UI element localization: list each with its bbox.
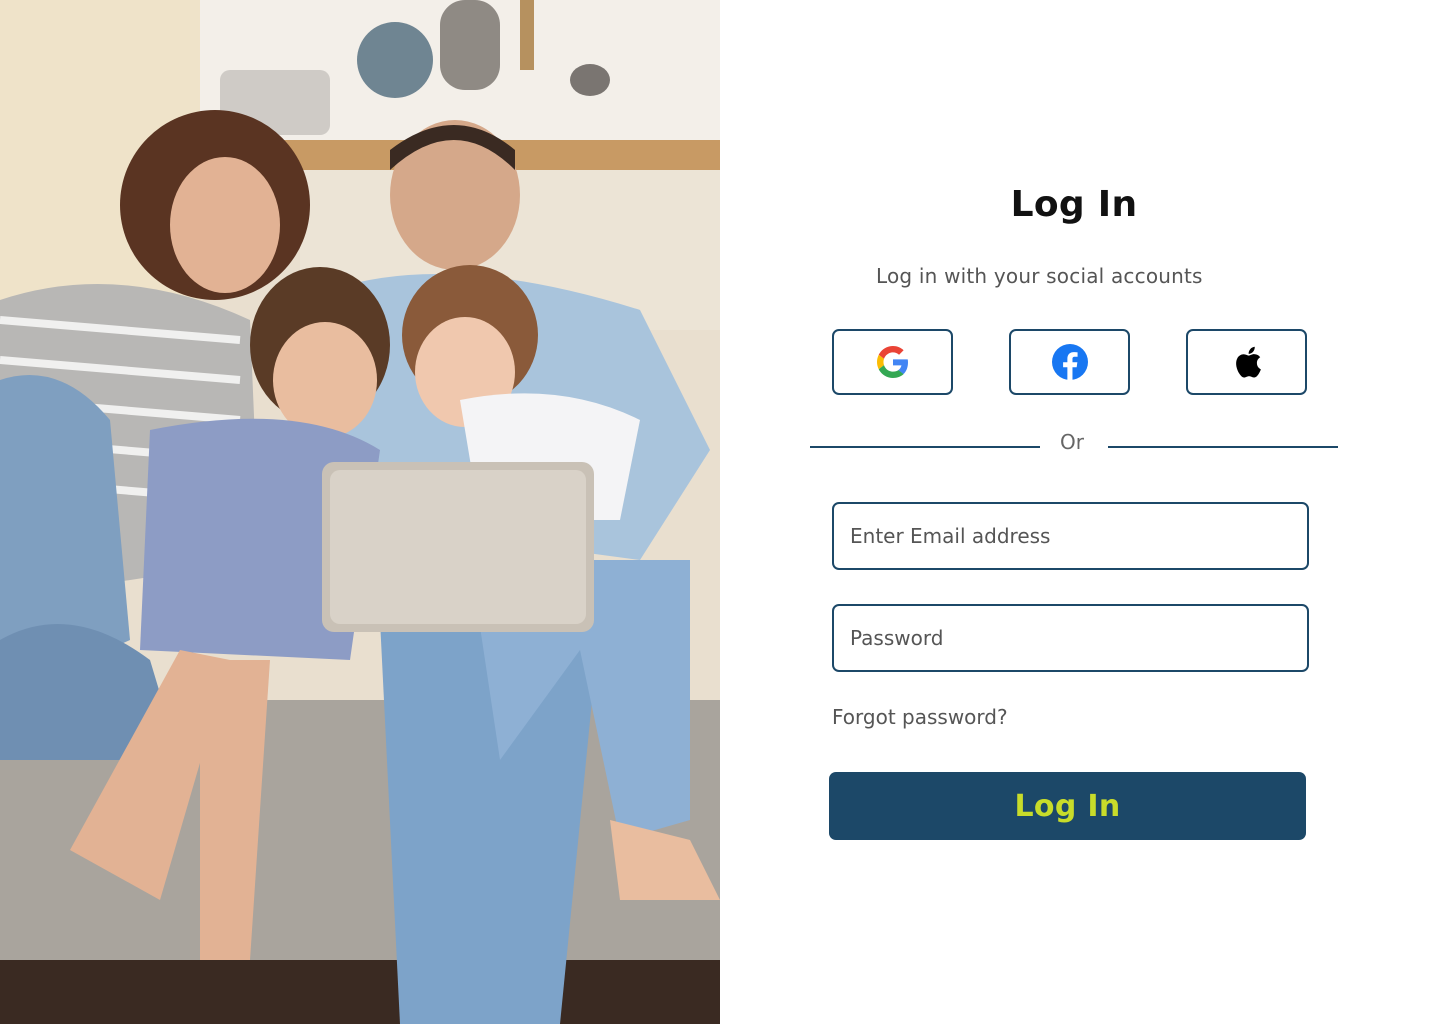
social-login-subtitle: Log in with your social accounts [876,264,1203,288]
forgot-password-link[interactable]: Forgot password? [832,705,1008,729]
google-login-button[interactable] [832,329,953,395]
login-panel: Log In Log in with your social accounts [720,0,1440,1024]
divider-line-left [810,446,1040,448]
page-title: Log In [1010,184,1138,225]
hero-photo [0,0,720,1024]
login-page: Log In Log in with your social accounts [0,0,1440,1024]
divider-line-right [1108,446,1338,448]
facebook-login-button[interactable] [1009,329,1130,395]
google-icon [876,346,908,378]
login-submit-button[interactable]: Log In [829,772,1306,840]
apple-icon [1235,346,1261,378]
family-photo-illustration [0,0,720,1024]
email-field[interactable] [832,502,1309,570]
divider-or-text: Or [1060,430,1084,454]
facebook-icon [1051,344,1088,380]
password-field[interactable] [832,604,1309,672]
apple-login-button[interactable] [1186,329,1307,395]
